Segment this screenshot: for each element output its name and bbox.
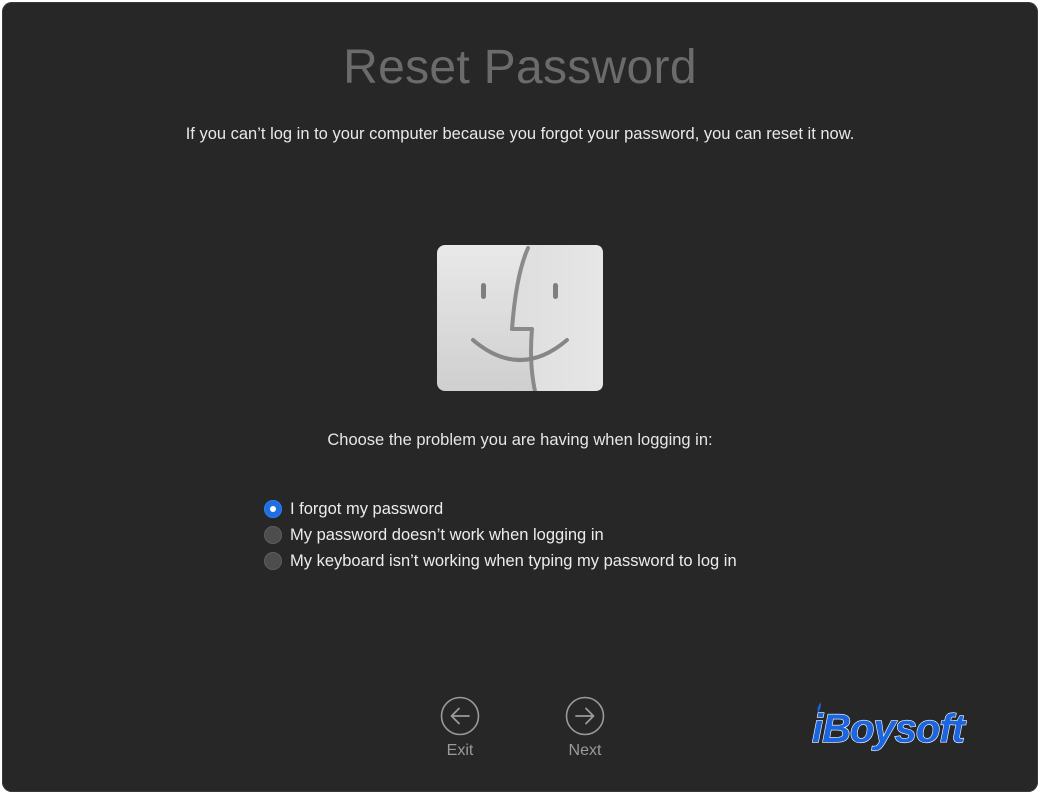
option-label: My keyboard isn’t working when typing my… bbox=[290, 551, 737, 570]
page-description: If you can’t log in to your computer bec… bbox=[185, 125, 855, 143]
arrow-left-circle-icon[interactable] bbox=[440, 696, 480, 736]
problem-options: I forgot my password My password doesn’t… bbox=[264, 496, 737, 574]
radio-button[interactable] bbox=[264, 552, 282, 570]
option-label: I forgot my password bbox=[290, 499, 444, 518]
option-label: My password doesn’t work when logging in bbox=[290, 525, 604, 544]
arrow-right-circle-icon[interactable] bbox=[565, 696, 605, 736]
option-keyboard-not-working[interactable]: My keyboard isn’t working when typing my… bbox=[264, 548, 737, 574]
reset-password-window: Reset Password If you can’t log in to yo… bbox=[2, 2, 1038, 792]
page-title: Reset Password bbox=[343, 41, 697, 94]
exit-button[interactable]: Exit bbox=[420, 696, 500, 760]
problem-prompt: Choose the problem you are having when l… bbox=[327, 431, 713, 449]
radio-button[interactable] bbox=[264, 526, 282, 544]
exit-label: Exit bbox=[446, 742, 474, 759]
finder-icon bbox=[437, 245, 603, 391]
iboysoft-logo: iBoysoft bbox=[812, 702, 968, 752]
svg-text:iBoysoft: iBoysoft bbox=[812, 707, 967, 751]
next-button[interactable]: Next bbox=[545, 696, 625, 760]
option-password-doesnt-work[interactable]: My password doesn’t work when logging in bbox=[264, 522, 737, 548]
next-label: Next bbox=[568, 742, 602, 759]
radio-button-selected[interactable] bbox=[264, 500, 282, 518]
option-forgot-password[interactable]: I forgot my password bbox=[264, 496, 737, 522]
